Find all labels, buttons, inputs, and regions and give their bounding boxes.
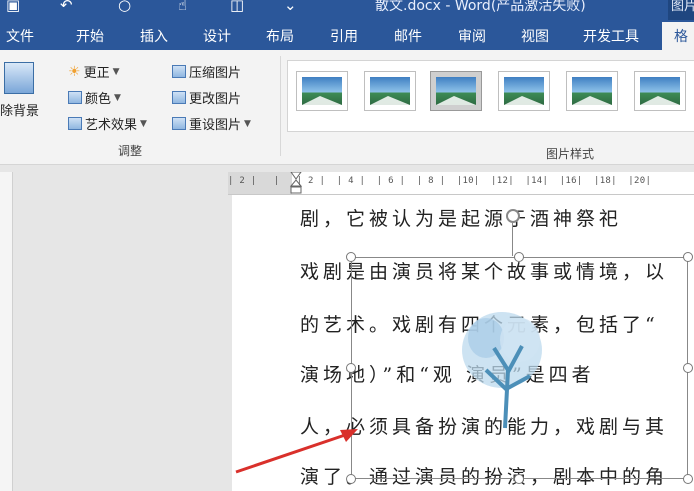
resize-handle-n[interactable] <box>514 252 524 262</box>
picture-style-simple-frame[interactable] <box>296 71 348 111</box>
resize-handle-se[interactable] <box>683 474 693 484</box>
resize-handle-w[interactable] <box>346 363 356 373</box>
change-picture-button[interactable]: 更改图片 <box>172 88 241 107</box>
horizontal-ruler: | 2 | | | 2 | | 4 | | 6 | | 8 | |10| |12… <box>228 172 694 195</box>
compress-icon <box>172 65 186 78</box>
tab-picture-format[interactable]: 格 <box>662 22 694 50</box>
tab-home[interactable]: 开始 <box>76 26 104 46</box>
tab-layout[interactable]: 布局 <box>266 26 294 46</box>
reset-picture-icon <box>172 117 186 130</box>
touch-mode-icon[interactable]: ☝ <box>178 0 187 14</box>
compress-pictures-button[interactable]: 压缩图片 <box>172 62 241 81</box>
picture-tools-context: 图片 <box>668 0 694 20</box>
doc-line-1: 剧，它被认为是起源于酒神祭祀 <box>300 208 623 230</box>
change-picture-icon <box>172 91 186 104</box>
color-button[interactable]: 颜色 ▼ <box>68 88 121 107</box>
picture-selection-box[interactable] <box>351 257 688 479</box>
picture-style-beveled[interactable] <box>364 71 416 111</box>
tab-design[interactable]: 设计 <box>203 26 231 46</box>
resize-handle-s[interactable] <box>514 474 524 484</box>
rotate-handle[interactable] <box>506 209 520 223</box>
tab-mailings[interactable]: 邮件 <box>394 26 422 46</box>
redo-icon[interactable]: ○ <box>118 0 131 14</box>
picture-style-shadow[interactable] <box>430 71 482 111</box>
picture-style-soft-edge[interactable] <box>566 71 618 111</box>
customize-icon[interactable]: ⌄ <box>284 0 297 14</box>
save-icon[interactable]: ▣ <box>6 0 20 14</box>
tab-review[interactable]: 审阅 <box>458 26 486 46</box>
tab-references[interactable]: 引用 <box>330 26 358 46</box>
sun-icon: ☀ <box>68 63 81 80</box>
picture-styles-gallery <box>287 60 694 132</box>
window-title: 散文.docx - Word(产品激活失败) <box>375 0 586 14</box>
undo-icon[interactable]: ↶ <box>60 0 73 14</box>
remove-background-button[interactable]: 除背景 <box>0 100 39 119</box>
tab-insert[interactable]: 插入 <box>140 26 168 46</box>
ribbon: 除背景 ☀ 更正 ▼ 颜色 ▼ 艺术效果 ▼ 压缩图片 更改图片 重设图片 ▼ 调整 图… <box>0 50 694 165</box>
reset-picture-button[interactable]: 重设图片 ▼ <box>172 114 251 133</box>
title-bar: ▣ ↶ ○ ☝ ◫ ⌄ 散文.docx - Word(产品激活失败) 图片 <box>0 0 694 20</box>
vertical-ruler <box>0 172 13 491</box>
color-icon <box>68 91 82 104</box>
picture-styles-group-label: 图片样式 <box>546 147 595 161</box>
red-arrow-annotation <box>235 429 358 474</box>
ribbon-tabs: 文件 开始 插入 设计 布局 引用 邮件 审阅 视图 开发工具 格 <box>0 20 694 50</box>
tab-developer[interactable]: 开发工具 <box>583 26 639 46</box>
resize-handle-e[interactable] <box>683 363 693 373</box>
picture-style-rounded[interactable] <box>498 71 550 111</box>
adjust-group-label: 调整 <box>118 144 143 158</box>
corrections-button[interactable]: ☀ 更正 ▼ <box>68 62 120 82</box>
resize-handle-nw[interactable] <box>346 252 356 262</box>
remove-background-icon[interactable] <box>4 62 34 94</box>
picture-style-double-frame[interactable] <box>634 71 686 111</box>
artistic-effects-icon <box>68 117 82 130</box>
tab-file[interactable]: 文件 <box>6 26 34 46</box>
ruler-numbers: | 2 | | | 2 | | 4 | | 6 | | 8 | |10| |12… <box>228 176 652 186</box>
resize-handle-ne[interactable] <box>683 252 693 262</box>
tab-view[interactable]: 视图 <box>521 26 549 46</box>
artistic-effects-button[interactable]: 艺术效果 ▼ <box>68 114 147 133</box>
group-divider <box>280 56 281 156</box>
print-preview-icon[interactable]: ◫ <box>230 0 244 14</box>
